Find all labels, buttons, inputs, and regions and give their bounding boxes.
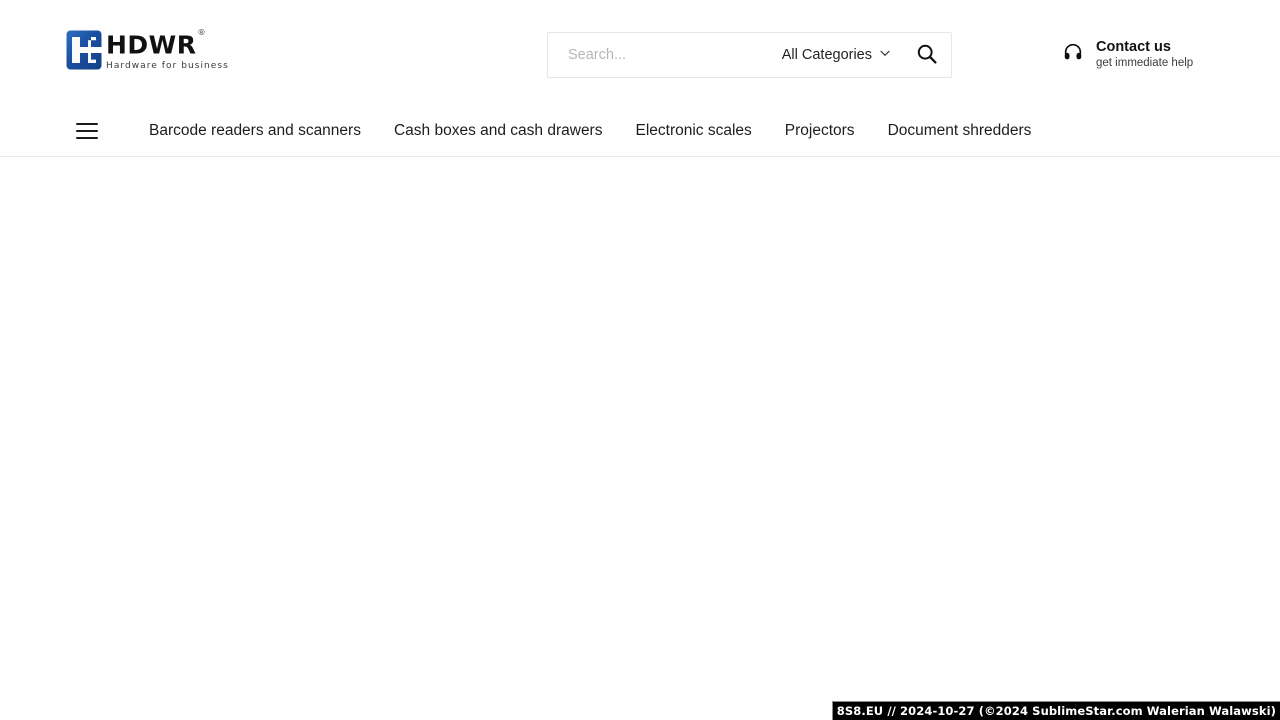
- main-content-area: [0, 157, 1280, 719]
- contact-us-text: Contact us get immediate help: [1096, 38, 1193, 71]
- screenshot-watermark: 8S8.EU // 2024-10-27 (©2024 SublimeStar.…: [831, 701, 1280, 720]
- logo-wordmark: HDWR® Hardware for business: [106, 28, 229, 72]
- chevron-down-icon: [879, 46, 891, 64]
- nav-item-barcode-readers[interactable]: Barcode readers and scanners: [149, 121, 361, 141]
- site-header: HDWR® Hardware for business All Categori…: [0, 0, 1280, 105]
- search-input[interactable]: [548, 33, 778, 77]
- registered-trademark-icon: ®: [197, 28, 207, 37]
- contact-us-subtitle: get immediate help: [1096, 57, 1194, 69]
- hdwr-h-mark-icon: [66, 30, 102, 70]
- page-root: HDWR® Hardware for business All Categori…: [0, 0, 1280, 720]
- search-icon: [915, 42, 939, 69]
- nav-item-list: Barcode readers and scanners Cash boxes …: [149, 121, 1031, 141]
- nav-item-document-shredders[interactable]: Document shredders: [888, 121, 1032, 141]
- logo-word-text: HDWR: [106, 30, 197, 60]
- hamburger-line: [76, 122, 98, 125]
- contact-us-title: Contact us: [1096, 39, 1171, 55]
- nav-item-cash-boxes[interactable]: Cash boxes and cash drawers: [394, 121, 603, 141]
- contact-us-block[interactable]: Contact us get immediate help: [1062, 38, 1193, 71]
- category-select-label: All Categories: [781, 47, 872, 63]
- logo-word: HDWR®: [106, 28, 229, 60]
- main-navigation: Barcode readers and scanners Cash boxes …: [0, 105, 1280, 157]
- search-submit-button[interactable]: [903, 33, 951, 77]
- nav-item-projectors[interactable]: Projectors: [785, 121, 855, 141]
- site-logo[interactable]: HDWR® Hardware for business: [66, 28, 229, 74]
- hamburger-line: [76, 129, 98, 132]
- hamburger-line: [76, 136, 98, 139]
- headphones-icon: [1062, 41, 1084, 68]
- search-bar[interactable]: All Categories: [547, 32, 952, 78]
- nav-item-electronic-scales[interactable]: Electronic scales: [635, 121, 751, 141]
- logo-tagline: Hardware for business: [106, 61, 229, 72]
- hamburger-menu-icon[interactable]: [76, 122, 98, 139]
- category-select[interactable]: All Categories: [778, 33, 903, 77]
